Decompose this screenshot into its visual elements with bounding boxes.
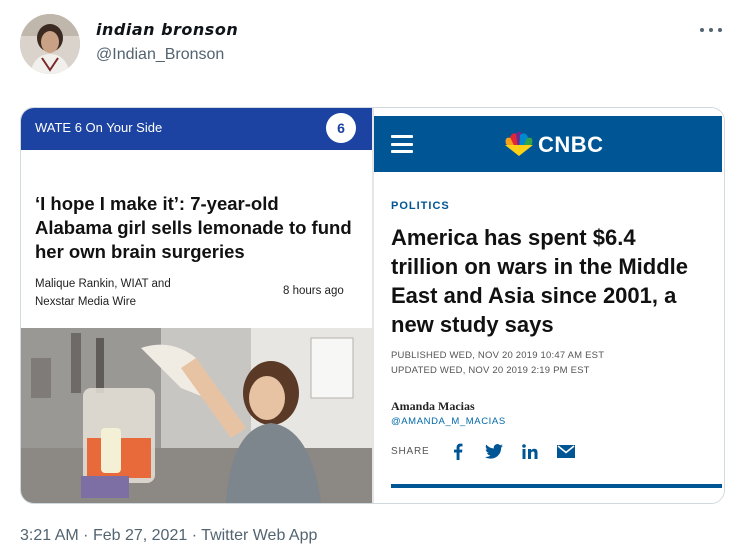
cnbc-wordmark: CNBC — [538, 132, 604, 157]
wate-timestamp: 8 hours ago — [283, 285, 344, 297]
cnbc-bottom-rule — [391, 484, 722, 488]
avatar[interactable] — [20, 14, 80, 74]
wate-header-bar: WATE 6 On Your Side 6 — [21, 108, 372, 150]
wate-logo-icon: 6 — [326, 113, 356, 143]
cnbc-article-screenshot: CNBC POLITICS America has spent $6.4 tri… — [374, 108, 724, 503]
dot — [718, 28, 722, 32]
cnbc-header-bar: CNBC — [374, 116, 722, 172]
updated-date: UPDATED WED, NOV 20 2019 2:19 PM EST — [391, 365, 590, 376]
cnbc-headline-line: trillion on wars in the Middle — [391, 254, 689, 279]
cnbc-logo: CNBC — [502, 130, 634, 160]
station-text: WATE 6 On Your Side — [35, 120, 163, 135]
nbc-peacock-icon — [505, 131, 533, 156]
cnbc-author-twitter: @AMANDA_M_MACIAS — [391, 416, 506, 427]
cnbc-headline-line: East and Asia since 2001, a — [391, 283, 677, 308]
facebook-icon — [447, 441, 469, 461]
dot — [709, 28, 713, 32]
linkedin-icon — [519, 441, 541, 461]
twitter-icon — [483, 441, 505, 461]
cnbc-headline: America has spent $6.4 trillion on wars … — [391, 223, 724, 339]
tweet-media-image[interactable]: WATE 6 On Your Side 6 ‘I hope I make it’… — [20, 107, 725, 504]
share-row: SHARE — [391, 441, 591, 461]
cnbc-headline-line: America has spent $6.4 — [391, 225, 636, 250]
cnbc-category: POLITICS — [391, 200, 450, 212]
hamburger-menu-icon — [391, 135, 413, 153]
wate-headline: ‘I hope I make it’: 7-year-old Alabama g… — [35, 193, 352, 262]
girl-lemonade-photo — [21, 328, 372, 503]
dot — [700, 28, 704, 32]
display-name[interactable]: indian bronson — [96, 20, 238, 39]
cnbc-headline-line: new study says — [391, 312, 554, 337]
meta-separator: · — [191, 527, 198, 544]
email-icon — [555, 441, 577, 461]
tweet-date[interactable]: Feb 27, 2021 — [93, 527, 187, 544]
wate-logo-number: 6 — [337, 120, 345, 136]
cnbc-author: Amanda Macias — [391, 399, 475, 413]
tweet-time[interactable]: 3:21 AM — [20, 527, 79, 544]
avatar-image — [20, 14, 80, 74]
share-label: SHARE — [391, 445, 430, 457]
cnbc-dates: PUBLISHED WED, NOV 20 2019 10:47 AM EST … — [391, 348, 604, 378]
published-date: PUBLISHED WED, NOV 20 2019 10:47 AM EST — [391, 350, 605, 361]
tweet-source-app[interactable]: Twitter Web App — [201, 527, 317, 544]
meta-separator: · — [83, 527, 89, 544]
wate-article-screenshot: WATE 6 On Your Side 6 ‘I hope I make it’… — [21, 108, 372, 503]
tweet-meta: 3:21 AM · Feb 27, 2021 · Twitter Web App — [20, 527, 317, 545]
user-handle[interactable]: @Indian_Bronson — [96, 46, 224, 64]
wate-byline: Malique Rankin, WIAT and Nexstar Media W… — [35, 278, 171, 308]
more-options-icon[interactable] — [700, 20, 722, 40]
